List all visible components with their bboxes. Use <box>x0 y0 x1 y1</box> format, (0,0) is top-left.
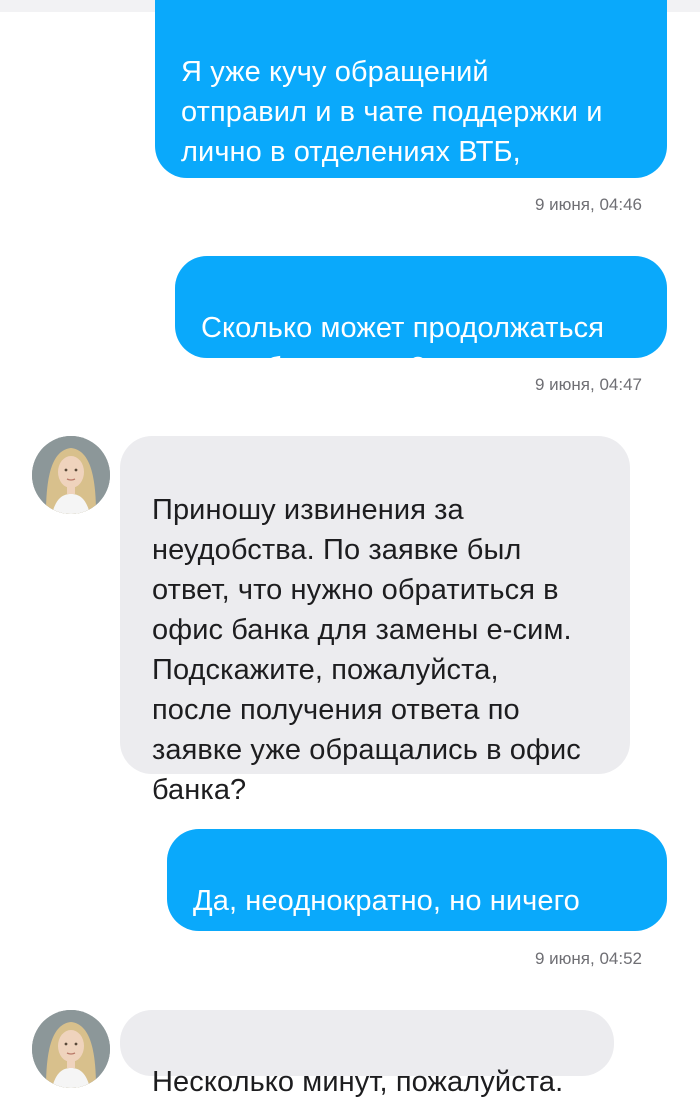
message-timestamp: 9 июня, 04:46 <box>534 195 642 214</box>
incoming-message-bubble[interactable]: Приношу извинения за неудобства. По заяв… <box>120 436 630 806</box>
message-text: Я уже кучу обращений отправил и в чате п… <box>181 56 603 208</box>
message-timestamp: 9 июня, 04:47 <box>534 375 642 394</box>
chat-thread[interactable]: Я уже кучу обращений отправил и в чате п… <box>0 0 700 1097</box>
message-text: Да, неоднократно, но ничего сделать в от… <box>193 885 613 957</box>
support-agent-avatar[interactable] <box>32 436 110 514</box>
outgoing-message-bubble[interactable]: Я уже кучу обращений отправил и в чате п… <box>155 0 667 208</box>
outgoing-message-bubble[interactable]: Да, неоднократно, но ничего сделать в от… <box>167 829 667 957</box>
avatar-image <box>32 436 110 514</box>
incoming-message-bubble[interactable]: Несколько минут, пожалуйста. <box>120 1010 614 1097</box>
message-text: Сколько может продолжаться этот беспреде… <box>201 312 605 384</box>
message-text: Несколько минут, пожалуйста. <box>152 1066 564 1097</box>
support-agent-avatar[interactable] <box>32 1010 110 1088</box>
outgoing-message-bubble[interactable]: Сколько может продолжаться этот беспреде… <box>175 256 667 384</box>
avatar-image <box>32 1010 110 1088</box>
message-timestamp: 9 июня, 04:52 <box>534 949 642 968</box>
message-text: Приношу извинения за неудобства. По заяв… <box>152 494 581 806</box>
